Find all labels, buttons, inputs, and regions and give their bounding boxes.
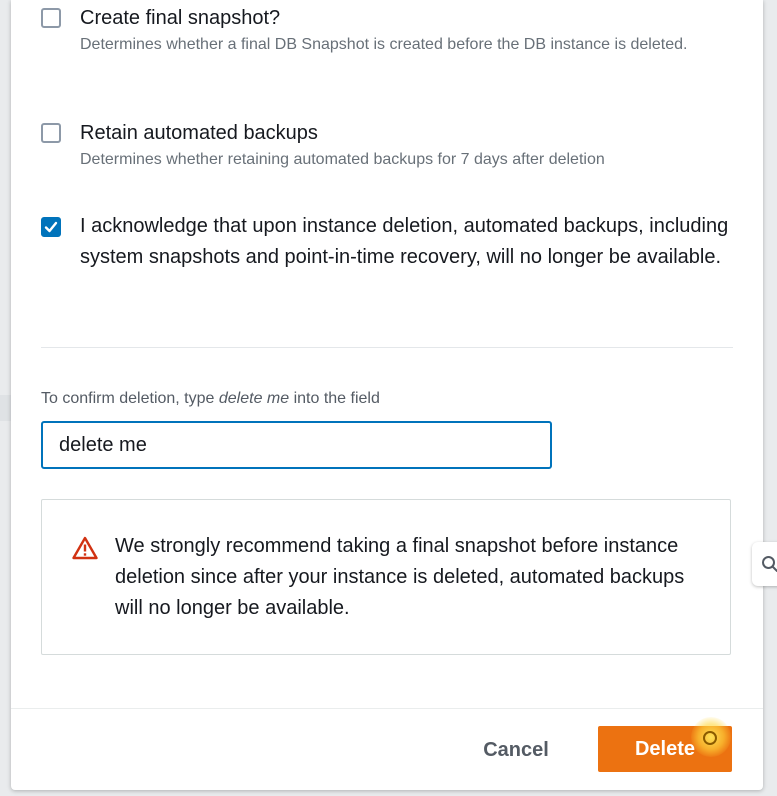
acknowledge-option[interactable]: I acknowledge that upon instance deletio… xyxy=(41,211,741,307)
delete-instance-modal: Create final snapshot? Determines whethe… xyxy=(11,0,763,790)
confirm-label-prefix: To confirm deletion, type xyxy=(41,390,219,407)
background-panel xyxy=(0,395,11,421)
warning-triangle-icon xyxy=(72,536,98,565)
final-snapshot-description: Determines whether a final DB Snapshot i… xyxy=(80,36,688,53)
confirm-label-suffix: into the field xyxy=(289,390,380,407)
delete-button[interactable]: Delete xyxy=(598,726,732,772)
confirm-deletion-label: To confirm deletion, type delete me into… xyxy=(41,390,380,408)
retain-backups-label: Retain automated backups xyxy=(80,122,318,144)
confirm-label-keyword: delete me xyxy=(218,390,290,407)
cancel-button[interactable]: Cancel xyxy=(461,728,571,772)
checkmark-icon xyxy=(44,221,58,233)
final-snapshot-option[interactable]: Create final snapshot? Determines whethe… xyxy=(41,6,741,76)
footer-divider xyxy=(11,708,763,709)
section-divider xyxy=(41,347,733,348)
acknowledge-label: I acknowledge that upon instance deletio… xyxy=(80,215,729,268)
final-snapshot-checkbox[interactable] xyxy=(41,8,61,28)
retain-backups-description: Determines whether retaining automated b… xyxy=(80,151,605,168)
retain-backups-option[interactable]: Retain automated backups Determines whet… xyxy=(41,121,741,171)
side-search-button[interactable] xyxy=(752,542,777,586)
search-icon xyxy=(762,556,777,572)
warning-alert-text: We strongly recommend taking a final sna… xyxy=(115,535,685,619)
final-snapshot-label: Create final snapshot? xyxy=(80,7,281,29)
acknowledge-checkbox[interactable] xyxy=(41,217,61,237)
warning-alert: We strongly recommend taking a final sna… xyxy=(41,499,731,655)
confirm-deletion-input[interactable] xyxy=(41,421,552,469)
retain-backups-checkbox[interactable] xyxy=(41,123,61,143)
